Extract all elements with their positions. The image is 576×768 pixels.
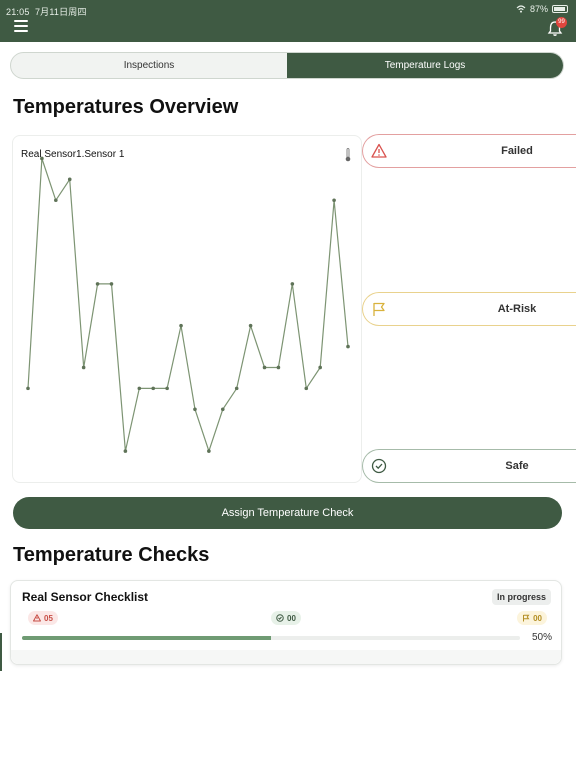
menu-icon[interactable] xyxy=(14,20,28,32)
data-point xyxy=(165,386,169,391)
temperature-checks-title: Temperature Checks xyxy=(13,544,210,566)
data-point xyxy=(220,407,225,412)
check-circle-icon xyxy=(276,614,284,622)
tab-inspections[interactable]: Inspections xyxy=(11,53,287,78)
battery-icon xyxy=(552,5,568,13)
status-indicators: 87% xyxy=(516,4,568,14)
data-point xyxy=(346,344,350,349)
data-point xyxy=(95,282,100,286)
data-point xyxy=(262,365,267,370)
tab-temperature-logs[interactable]: Temperature Logs xyxy=(287,53,563,78)
data-point xyxy=(248,323,253,328)
status-time: 21:05 xyxy=(6,7,30,17)
safe-count-pill: 00 xyxy=(271,611,301,625)
risk-count-pill: 00 xyxy=(517,611,547,625)
data-point xyxy=(179,323,183,328)
risk-count: 00 xyxy=(533,613,542,623)
failed-label: Failed xyxy=(501,145,533,157)
failed-status-card[interactable]: Failed xyxy=(362,134,576,168)
chart-sensor-label: Real Sensor1.Sensor 1 xyxy=(21,149,125,160)
checklist-card-footer xyxy=(11,650,561,664)
notifications-button[interactable]: 99 xyxy=(546,17,567,38)
series-line xyxy=(27,158,349,454)
safe-status-card[interactable]: Safe xyxy=(362,449,576,483)
safe-count: 00 xyxy=(287,613,296,623)
data-point xyxy=(318,365,322,370)
data-point xyxy=(137,386,142,391)
failed-count-pill: 05 xyxy=(28,611,58,625)
data-point xyxy=(54,198,58,203)
checklist-name: Real Sensor Checklist xyxy=(22,590,149,604)
data-point xyxy=(67,177,72,182)
temperature-line-chart xyxy=(26,156,350,454)
progress-bar-fill xyxy=(22,636,271,640)
notification-badge: 99 xyxy=(556,17,567,28)
assign-temperature-check-button[interactable]: Assign Temperature Check xyxy=(13,497,562,529)
data-point xyxy=(332,198,336,203)
data-point xyxy=(81,365,86,370)
checklist-card[interactable]: Real Sensor Checklist In progress 05 00 … xyxy=(10,580,562,665)
data-point xyxy=(207,449,211,453)
data-point xyxy=(26,386,30,391)
temperature-chart-card: Real Sensor1.Sensor 1 xyxy=(12,135,362,483)
status-badge: In progress xyxy=(491,589,551,605)
data-point xyxy=(109,282,114,286)
battery-percent: 87% xyxy=(529,4,548,14)
status-date: 7月11日周四 xyxy=(34,7,87,17)
flag-icon xyxy=(523,614,530,622)
overview-title: Temperatures Overview xyxy=(13,96,239,118)
data-point xyxy=(276,365,281,370)
at-risk-status-card[interactable]: At-Risk xyxy=(362,292,576,326)
status-time-date: 21:05 7月11日周四 xyxy=(6,5,87,18)
data-point xyxy=(123,449,128,453)
app-header: 21:05 7月11日周四 87% 99 xyxy=(0,0,576,42)
failed-count: 05 xyxy=(44,613,53,623)
at-risk-label: At-Risk xyxy=(497,303,537,315)
scroll-edge-indicator xyxy=(0,633,2,671)
wifi-icon xyxy=(516,5,526,13)
warning-icon xyxy=(33,614,41,622)
data-point xyxy=(151,386,156,391)
progress-bar xyxy=(22,636,520,640)
data-point xyxy=(304,386,309,391)
safe-label: Safe xyxy=(505,460,529,472)
data-point xyxy=(290,282,295,286)
view-tabs: Inspections Temperature Logs xyxy=(10,52,564,79)
thermometer-icon xyxy=(345,148,351,162)
data-point xyxy=(234,386,239,391)
progress-percent: 50% xyxy=(531,632,552,643)
data-point xyxy=(193,407,197,412)
